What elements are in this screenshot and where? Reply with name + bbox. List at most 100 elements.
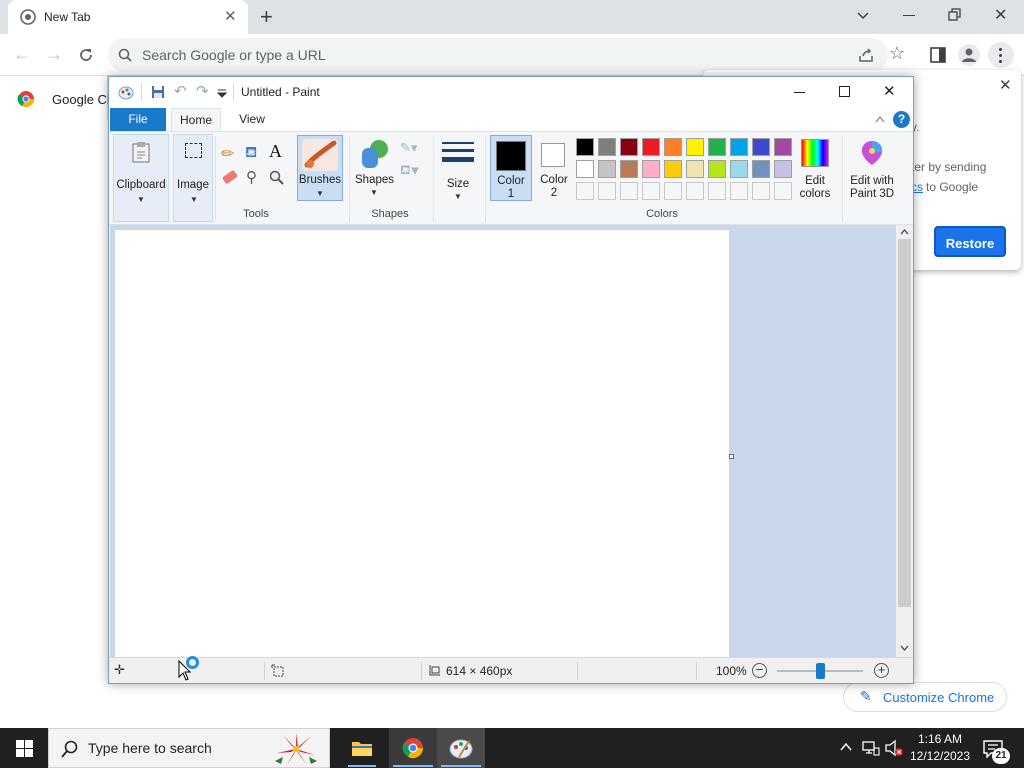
save-icon[interactable]	[151, 85, 165, 99]
taskbar-paint[interactable]	[437, 728, 485, 768]
palette-custom-swatch[interactable]	[664, 182, 682, 200]
brushes-button[interactable]: Brushes ▼	[297, 135, 343, 201]
palette-swatch[interactable]	[576, 138, 594, 156]
omnibox[interactable]: Search Google or type a URL	[108, 38, 888, 72]
reload-icon[interactable]	[78, 47, 94, 63]
palette-swatch[interactable]	[620, 138, 638, 156]
customize-chrome-button[interactable]: ✎ Customize Chrome	[843, 682, 1007, 712]
redo-icon[interactable]: ↷	[196, 82, 209, 100]
palette-swatch[interactable]	[730, 138, 748, 156]
palette-custom-swatch[interactable]	[686, 182, 704, 200]
zoom-out-icon[interactable]: −	[752, 663, 767, 678]
text-tool-icon[interactable]: A	[269, 141, 282, 162]
taskbar-file-explorer[interactable]	[338, 728, 386, 768]
palette-swatch[interactable]	[774, 138, 792, 156]
volume-muted-icon[interactable]	[884, 739, 904, 757]
palette-custom-swatch[interactable]	[598, 182, 616, 200]
restore-window-icon[interactable]	[948, 8, 962, 22]
scroll-down-icon[interactable]	[900, 645, 909, 651]
tab-new-tab[interactable]: New Tab ✕	[8, 0, 248, 34]
clipboard-icon	[132, 142, 150, 163]
palette-swatch[interactable]	[598, 138, 616, 156]
profile-avatar-icon[interactable]	[958, 44, 980, 66]
windows-start-icon[interactable]	[16, 740, 33, 757]
palette-swatch[interactable]	[752, 160, 770, 178]
scroll-up-icon[interactable]	[900, 229, 909, 235]
palette-swatch[interactable]	[752, 138, 770, 156]
magnifier-icon[interactable]	[269, 170, 284, 185]
paint-maximize-icon[interactable]	[839, 86, 850, 97]
edit-colors-button[interactable]: Edit colors	[796, 136, 834, 202]
back-arrow-icon[interactable]: ←	[13, 44, 31, 65]
popup-close-icon[interactable]: ✕	[999, 76, 1012, 94]
palette-swatch[interactable]	[576, 160, 594, 178]
palette-swatch[interactable]	[708, 160, 726, 178]
close-window-icon[interactable]: ✕	[994, 5, 1007, 25]
palette-custom-swatch[interactable]	[730, 182, 748, 200]
clipboard-button[interactable]: Clipboard ▼	[113, 134, 169, 222]
share-icon[interactable]	[858, 47, 874, 63]
bookmark-google-chrome[interactable]: Google Ch	[0, 76, 114, 121]
side-panel-icon[interactable]	[930, 47, 946, 63]
palette-swatch[interactable]	[620, 160, 638, 178]
palette-custom-swatch[interactable]	[752, 182, 770, 200]
undo-icon[interactable]: ↶	[174, 82, 187, 100]
restore-button[interactable]: Restore	[934, 226, 1006, 257]
drawing-canvas[interactable]	[115, 230, 729, 657]
new-tab-plus-icon[interactable]: +	[260, 4, 273, 30]
bookmark-star-icon[interactable]: ☆	[889, 43, 905, 64]
fill-tool-icon[interactable]: ⛾	[245, 144, 257, 163]
outline-icon[interactable]: ✎▾	[400, 140, 417, 156]
image-button[interactable]: Image ▼	[173, 134, 213, 222]
size-button[interactable]: Size ▼	[439, 136, 477, 206]
palette-custom-swatch[interactable]	[620, 182, 638, 200]
palette-swatch[interactable]	[686, 138, 704, 156]
palette-custom-swatch[interactable]	[708, 182, 726, 200]
palette-swatch[interactable]	[664, 138, 682, 156]
palette-swatch[interactable]	[686, 160, 704, 178]
show-hidden-icons-chevron-icon[interactable]	[840, 742, 852, 752]
zoom-in-icon[interactable]: +	[874, 663, 889, 678]
clock-time[interactable]: 1:16 AM	[908, 732, 972, 746]
palette-swatch[interactable]	[598, 160, 616, 178]
palette-custom-swatch[interactable]	[642, 182, 660, 200]
tab-search-chevron-icon[interactable]	[856, 9, 870, 23]
color-picker-icon[interactable]: ⚲	[246, 168, 257, 186]
clock-date[interactable]: 12/12/2023	[908, 749, 972, 763]
tab-file[interactable]: File	[110, 108, 166, 131]
paint-minimize-icon[interactable]	[794, 92, 805, 93]
scrollbar-thumb[interactable]	[898, 239, 911, 607]
eraser-tool-icon[interactable]	[221, 169, 239, 185]
taskbar-search-box[interactable]: Type here to search	[48, 728, 330, 768]
canvas-resize-handle-right[interactable]	[729, 454, 734, 459]
forward-arrow-icon[interactable]: →	[45, 44, 63, 65]
edit-with-paint3d-button[interactable]: Edit with Paint 3D	[845, 136, 899, 202]
palette-custom-swatch[interactable]	[576, 182, 594, 200]
shapes-button[interactable]: Shapes ▼	[355, 136, 394, 206]
zoom-slider-thumb[interactable]	[816, 663, 825, 679]
collapse-ribbon-chevron-icon[interactable]	[875, 115, 885, 123]
palette-swatch[interactable]	[708, 138, 726, 156]
tab-close-icon[interactable]: ✕	[224, 7, 237, 25]
color2-button[interactable]: Color 2	[533, 135, 575, 201]
taskbar-chrome[interactable]	[389, 728, 437, 768]
help-icon[interactable]: ?	[893, 111, 910, 128]
palette-swatch[interactable]	[730, 160, 748, 178]
paint-close-icon[interactable]: ✕	[883, 82, 896, 100]
palette-swatch[interactable]	[774, 160, 792, 178]
chrome-menu-icon[interactable]	[988, 42, 1014, 68]
network-icon[interactable]	[862, 740, 880, 756]
tab-view[interactable]: View	[229, 108, 275, 131]
palette-swatch[interactable]	[642, 160, 660, 178]
minimize-icon[interactable]	[903, 15, 915, 16]
pencil-tool-icon[interactable]: ✏	[221, 144, 234, 164]
palette-swatch[interactable]	[664, 160, 682, 178]
color1-button[interactable]: Color 1	[490, 135, 532, 201]
fill-style-icon[interactable]: ⛾▾	[400, 162, 419, 180]
palette-custom-swatch[interactable]	[774, 182, 792, 200]
notification-center-button[interactable]: 21	[980, 736, 1010, 764]
tab-home[interactable]: Home	[171, 108, 221, 132]
vertical-scrollbar[interactable]	[896, 225, 913, 657]
palette-swatch[interactable]	[642, 138, 660, 156]
quick-access-dropdown-icon[interactable]	[217, 88, 227, 98]
